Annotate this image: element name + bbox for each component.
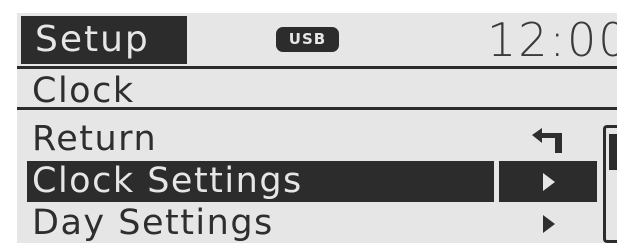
header-title-box: Setup	[21, 16, 187, 64]
section-divider	[17, 107, 617, 110]
clock-display: 12:00	[487, 13, 617, 67]
menu-item-clock-settings[interactable]: Clock Settings	[17, 161, 602, 202]
return-arrow-icon	[532, 128, 562, 153]
menu-item-label: Clock Settings	[32, 161, 303, 201]
menu-item-label: Return	[32, 119, 158, 159]
lcd-screen: Setup USB 12:00 Clock Return Clock Setti…	[17, 13, 617, 243]
scrollbar-thumb[interactable]	[609, 134, 617, 170]
menu-item-day-settings[interactable]: Day Settings	[17, 203, 602, 243]
usb-source-badge: USB	[276, 27, 339, 52]
chevron-right-icon	[543, 173, 555, 191]
scrollbar[interactable]	[603, 125, 617, 243]
menu-item-return[interactable]: Return	[17, 119, 602, 160]
menu-item-label: Day Settings	[32, 203, 274, 243]
chevron-right-icon	[543, 215, 555, 233]
page-title: Setup	[35, 19, 150, 60]
